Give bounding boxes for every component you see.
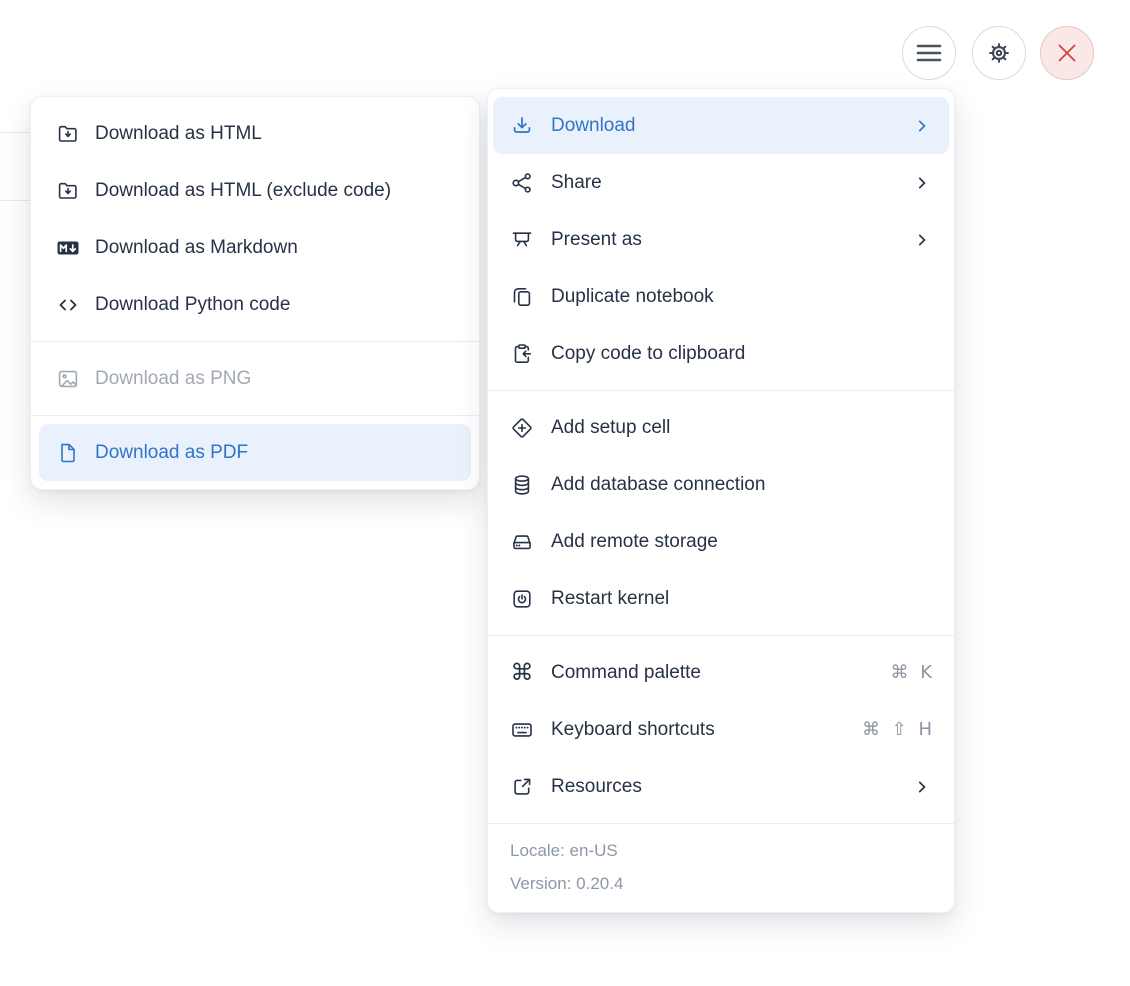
menu-item-label: Share bbox=[551, 171, 602, 193]
folder-download-icon bbox=[56, 179, 80, 203]
menu-item-restart-kernel[interactable]: Restart kernel bbox=[493, 570, 949, 627]
menu-item-add-database-connection[interactable]: Add database connection bbox=[493, 456, 949, 513]
keyboard-icon bbox=[510, 718, 534, 742]
markdown-icon bbox=[56, 236, 80, 260]
shortcut-label: ⌘ K bbox=[890, 662, 932, 683]
storage-drive-icon bbox=[510, 530, 534, 554]
menu-item-label: Add database connection bbox=[551, 473, 766, 495]
clipboard-copy-icon bbox=[510, 342, 534, 366]
duplicate-icon bbox=[510, 285, 534, 309]
menu-footer: Locale: en-US Version: 0.20.4 bbox=[488, 823, 954, 912]
menu-item-label: Copy code to clipboard bbox=[551, 342, 746, 364]
menu-item-download[interactable]: Download bbox=[493, 97, 949, 154]
shortcut-label: ⌘ ⇧ H bbox=[861, 719, 932, 740]
hamburger-menu-button[interactable] bbox=[902, 26, 956, 80]
database-icon bbox=[510, 473, 534, 497]
folder-download-icon bbox=[56, 122, 80, 146]
diamond-plus-icon bbox=[510, 416, 534, 440]
menu-item-label: Download Python code bbox=[95, 293, 291, 315]
presentation-icon bbox=[510, 228, 534, 252]
menu-item-download-as-html[interactable]: Download as HTML bbox=[39, 105, 471, 162]
menu-item-add-remote-storage[interactable]: Add remote storage bbox=[493, 513, 949, 570]
menu-item-download-as-markdown[interactable]: Download as Markdown bbox=[39, 219, 471, 276]
menu-item-label: Download bbox=[551, 114, 636, 136]
menu-item-label: Download as PDF bbox=[95, 441, 249, 463]
menu-item-label: Command palette bbox=[551, 661, 701, 683]
external-link-icon bbox=[510, 775, 534, 799]
menu-item-download-python-code[interactable]: Download Python code bbox=[39, 276, 471, 333]
chevron-right-icon bbox=[912, 173, 932, 193]
page-cell-divider bbox=[0, 200, 30, 201]
page-cell-divider bbox=[0, 132, 30, 133]
hamburger-icon bbox=[916, 43, 942, 63]
menu-item-download-as-html-exclude-code[interactable]: Download as HTML (exclude code) bbox=[39, 162, 471, 219]
menu-item-label: Present as bbox=[551, 228, 642, 250]
share-icon bbox=[510, 171, 534, 195]
power-icon bbox=[510, 587, 534, 611]
menu-item-keyboard-shortcuts[interactable]: Keyboard shortcuts ⌘ ⇧ H bbox=[493, 701, 949, 758]
chevron-right-icon bbox=[912, 777, 932, 797]
menu-item-label: Add remote storage bbox=[551, 530, 718, 552]
chevron-right-icon bbox=[912, 116, 932, 136]
download-submenu: Download as HTML Download as HTML (exclu… bbox=[30, 96, 480, 490]
menu-item-label: Resources bbox=[551, 775, 642, 797]
command-icon: ⌘ bbox=[510, 659, 534, 686]
close-button[interactable] bbox=[1040, 26, 1094, 80]
gear-icon bbox=[985, 39, 1013, 67]
close-icon bbox=[1056, 42, 1078, 64]
menu-item-label: Restart kernel bbox=[551, 587, 670, 609]
image-icon bbox=[56, 367, 80, 391]
code-icon bbox=[56, 293, 80, 317]
download-icon bbox=[510, 114, 534, 138]
locale-label: Locale: en-US bbox=[510, 841, 618, 860]
menu-item-label: Download as HTML (exclude code) bbox=[95, 179, 392, 201]
menu-item-label: Duplicate notebook bbox=[551, 285, 714, 307]
menu-item-share[interactable]: Share bbox=[493, 154, 949, 211]
menu-item-download-as-png: Download as PNG bbox=[39, 350, 471, 407]
menu-item-label: Add setup cell bbox=[551, 416, 671, 438]
main-menu: Download Share Present as Duplicate note… bbox=[487, 88, 955, 913]
menu-item-label: Keyboard shortcuts bbox=[551, 718, 715, 740]
menu-item-label: Download as PNG bbox=[95, 367, 252, 389]
menu-item-resources[interactable]: Resources bbox=[493, 758, 949, 815]
menu-item-label: Download as Markdown bbox=[95, 236, 298, 258]
menu-item-download-as-pdf[interactable]: Download as PDF bbox=[39, 424, 471, 481]
chevron-right-icon bbox=[912, 230, 932, 250]
file-icon bbox=[56, 441, 80, 465]
menu-item-present-as[interactable]: Present as bbox=[493, 211, 949, 268]
menu-item-copy-code-to-clipboard[interactable]: Copy code to clipboard bbox=[493, 325, 949, 382]
menu-item-add-setup-cell[interactable]: Add setup cell bbox=[493, 399, 949, 456]
menu-item-command-palette[interactable]: ⌘ Command palette ⌘ K bbox=[493, 644, 949, 701]
version-label: Version: 0.20.4 bbox=[510, 874, 624, 893]
menu-item-label: Download as HTML bbox=[95, 122, 262, 144]
settings-button[interactable] bbox=[972, 26, 1026, 80]
menu-item-duplicate-notebook[interactable]: Duplicate notebook bbox=[493, 268, 949, 325]
